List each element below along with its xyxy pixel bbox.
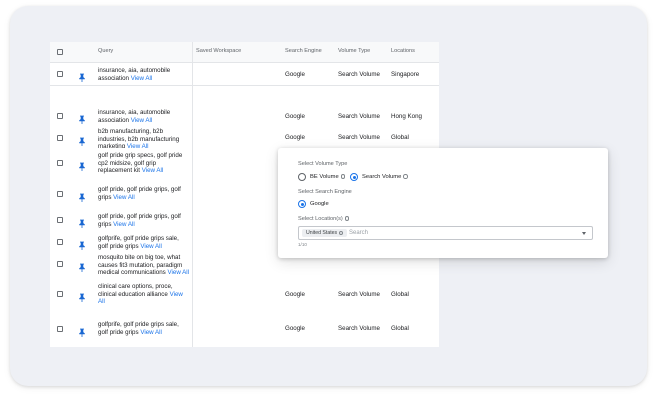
pin-icon[interactable] (78, 237, 86, 250)
info-icon[interactable] (344, 216, 350, 221)
location-cell: Global (391, 134, 409, 141)
volume-type-label: Select Volume Type (298, 161, 348, 167)
volume-settings-popover: Select Volume Type BE Volume Search Volu… (278, 148, 608, 258)
pin-icon[interactable] (78, 133, 86, 146)
pin-icon[interactable] (78, 324, 86, 337)
pin-icon[interactable] (78, 215, 86, 228)
pin-icon[interactable] (78, 111, 86, 124)
row-checkbox[interactable] (57, 261, 63, 267)
query-cell: golfprife, golf pride grips sale, golf p… (98, 321, 190, 336)
query-cell: insurance, aia, automobile association V… (98, 109, 190, 124)
location-cell: Hong Kong (391, 113, 422, 120)
table-header: Query Saved Workspace Search Engine Volu… (50, 42, 439, 63)
pin-icon[interactable] (78, 289, 86, 302)
search-engine-cell: Google (285, 291, 305, 298)
query-text: golf pride grip specs, golf pride cp2 mi… (98, 152, 183, 175)
google-option[interactable]: Google (310, 201, 329, 207)
query-text: golfprife, golf pride grips sale, golf p… (98, 235, 179, 250)
volume-type-cell: Search Volume (338, 291, 380, 298)
info-icon[interactable] (340, 174, 346, 179)
view-all-link[interactable]: View All (142, 167, 164, 174)
be-volume-option[interactable]: BE Volume (310, 174, 346, 180)
pin-icon[interactable] (78, 189, 86, 202)
search-engine-cell: Google (285, 134, 305, 141)
location-cell: Global (391, 291, 409, 298)
query-cell: golf pride grip specs, golf pride cp2 mi… (98, 152, 190, 175)
pin-icon[interactable] (78, 259, 86, 272)
volume-type-cell: Search Volume (338, 71, 380, 78)
pin-icon[interactable] (78, 69, 86, 82)
column-header-locations[interactable]: Locations (391, 48, 415, 54)
query-cell: golf pride, golf pride grips, golf grips… (98, 186, 190, 201)
location-search-input[interactable]: Search (349, 230, 368, 236)
row-checkbox[interactable] (57, 217, 63, 223)
query-cell: mosquito bite on big toe, what causes fi… (98, 254, 190, 277)
location-select[interactable]: United States Search (298, 226, 593, 240)
column-divider (192, 42, 193, 347)
pin-icon[interactable] (78, 158, 86, 171)
select-all-checkbox[interactable] (57, 49, 63, 55)
search-engine-cell: Google (285, 325, 305, 332)
view-all-link[interactable]: View All (113, 194, 135, 201)
query-text: golf pride, golf pride grips, golf grips (98, 213, 181, 228)
column-header-search-engine[interactable]: Search Engine (285, 48, 322, 54)
location-cell: Global (391, 325, 409, 332)
row-checkbox[interactable] (57, 71, 63, 77)
row-checkbox[interactable] (57, 326, 63, 332)
table-row[interactable]: golf pride, golf pride grips, golf grips… (50, 344, 439, 347)
volume-type-cell: Search Volume (338, 325, 380, 332)
column-header-saved-workspace[interactable]: Saved Workspace (196, 48, 241, 54)
row-checkbox[interactable] (57, 160, 63, 166)
row-checkbox[interactable] (57, 191, 63, 197)
table-row[interactable]: insurance, aia, automobile association V… (50, 105, 439, 128)
row-checkbox[interactable] (57, 239, 63, 245)
volume-type-cell: Search Volume (338, 134, 380, 141)
query-text: golfprife, golf pride grips sale, golf p… (98, 321, 179, 336)
column-header-query[interactable]: Query (98, 48, 113, 54)
search-engine-label: Select Search Engine (298, 189, 352, 195)
view-all-link[interactable]: View All (113, 221, 135, 228)
query-cell: insurance, aia, automobile association V… (98, 67, 190, 82)
row-checkbox[interactable] (57, 291, 63, 297)
table-row[interactable]: b2b manufacturing, b2b industries, b2b m… (50, 127, 439, 150)
view-all-link[interactable]: View All (131, 75, 153, 82)
query-cell: clinical care options, proce, clinical e… (98, 283, 190, 306)
be-volume-radio[interactable] (298, 173, 306, 181)
search-engine-cell: Google (285, 113, 305, 120)
info-icon[interactable] (403, 174, 408, 179)
row-checkbox[interactable] (57, 113, 63, 119)
query-cell: golf pride, golf pride grips, golf grips… (98, 213, 190, 228)
search-volume-radio[interactable] (350, 173, 358, 181)
view-all-link[interactable]: View All (140, 243, 162, 250)
table-row[interactable]: golfprife, golf pride grips sale, golf p… (50, 313, 439, 345)
location-counter: 1/10 (298, 242, 307, 247)
table-row[interactable]: clinical care options, proce, clinical e… (50, 275, 439, 314)
view-all-link[interactable]: View All (140, 329, 162, 336)
location-chip[interactable]: United States (302, 229, 348, 237)
query-text: golf pride, golf pride grips, golf grips (98, 186, 181, 201)
google-radio[interactable] (298, 200, 306, 208)
search-volume-option[interactable]: Search Volume (362, 174, 408, 180)
view-all-link[interactable]: View All (131, 117, 153, 124)
volume-type-cell: Search Volume (338, 113, 380, 120)
table-row[interactable]: insurance, aia, automobile association V… (50, 63, 439, 86)
query-text: clinical care options, proce, clinical e… (98, 283, 173, 298)
location-cell: Singapore (391, 71, 420, 78)
chevron-down-icon[interactable] (582, 232, 586, 235)
row-checkbox[interactable] (57, 135, 63, 141)
search-engine-cell: Google (285, 71, 305, 78)
query-cell: golfprife, golf pride grips sale, golf p… (98, 235, 190, 250)
column-header-volume-type[interactable]: Volume Type (338, 48, 370, 54)
location-label: Select Location(s) (298, 216, 350, 222)
chip-info-icon[interactable] (339, 230, 344, 235)
